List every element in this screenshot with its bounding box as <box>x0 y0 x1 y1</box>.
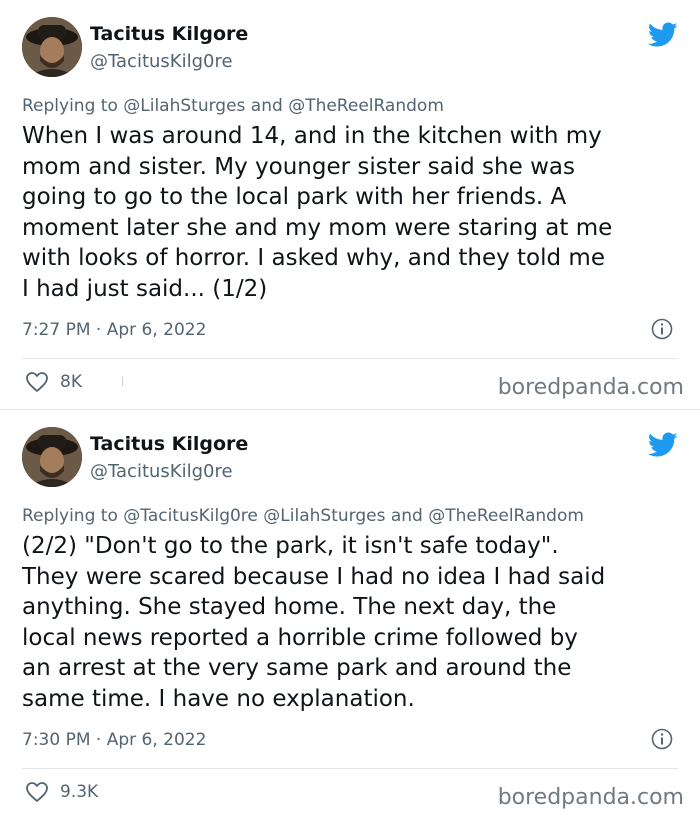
info-icon[interactable] <box>651 728 673 750</box>
author-name[interactable]: Tacitus Kilgore <box>90 23 248 45</box>
divider <box>22 768 678 769</box>
heart-icon <box>26 782 48 802</box>
author-name[interactable]: Tacitus Kilgore <box>90 433 248 455</box>
avatar-image <box>22 427 82 487</box>
avatar[interactable] <box>22 17 82 77</box>
replying-to: Replying to @TacitusKilg0re @LilahSturge… <box>22 506 584 526</box>
avatar-image <box>22 17 82 77</box>
mention-link[interactable]: @TheReelRandom <box>428 506 584 526</box>
mention-link[interactable]: @TheReelRandom <box>288 96 444 116</box>
mention-link[interactable]: @TacitusKilg0re <box>123 506 258 526</box>
divider <box>22 358 678 359</box>
tweet-timestamp[interactable]: 7:27 PM · Apr 6, 2022 <box>22 320 206 340</box>
tweet-text: (2/2) "Don't go to the park, it isn't sa… <box>22 533 606 712</box>
twitter-bird-icon[interactable] <box>648 22 678 48</box>
mention-link[interactable]: @LilahSturges <box>123 96 245 116</box>
tweet-card: Tacitus Kilgore @TacitusKilg0re Replying… <box>0 0 700 409</box>
like-count: 8K <box>60 372 82 392</box>
avatar[interactable] <box>22 427 82 487</box>
info-icon[interactable] <box>651 318 673 340</box>
twitter-bird-icon[interactable] <box>648 432 678 458</box>
tweet-text: When I was around 14, and in the kitchen… <box>22 123 613 302</box>
tweet-timestamp[interactable]: 7:30 PM · Apr 6, 2022 <box>22 730 206 750</box>
like-count: 9.3K <box>60 782 99 802</box>
tweet-card: Tacitus Kilgore @TacitusKilg0re Replying… <box>0 409 700 819</box>
like-button[interactable]: 8K <box>25 371 82 393</box>
replying-to: Replying to @LilahSturges and @TheReelRa… <box>22 96 444 116</box>
replying-and: and <box>250 96 283 116</box>
watermark: boredpanda.com <box>497 375 684 400</box>
replying-and: and <box>390 506 423 526</box>
author-handle[interactable]: @TacitusKilg0re <box>90 461 233 482</box>
replying-prefix: Replying to <box>22 96 118 116</box>
author-handle[interactable]: @TacitusKilg0re <box>90 51 233 72</box>
heart-icon <box>26 372 48 392</box>
divider-tick <box>122 377 123 386</box>
watermark: boredpanda.com <box>497 785 684 810</box>
replying-prefix: Replying to <box>22 506 118 526</box>
mention-link[interactable]: @LilahSturges <box>263 506 385 526</box>
like-button[interactable]: 9.3K <box>25 781 98 803</box>
